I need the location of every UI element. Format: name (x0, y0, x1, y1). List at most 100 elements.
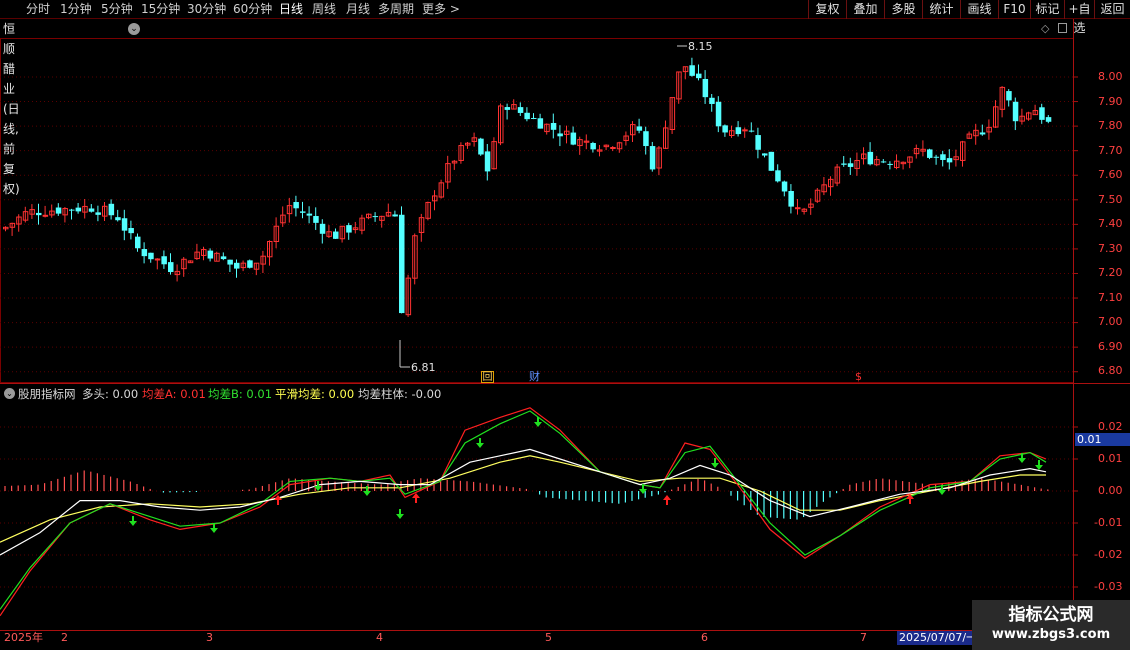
candle-up (742, 129, 748, 132)
date-label: 7 (860, 631, 867, 644)
price-tick: 7.40 (1098, 217, 1123, 230)
ind-tick: -0.01 (1094, 516, 1123, 529)
duotou-line (0, 448, 1047, 556)
candle-down (781, 181, 788, 192)
candle-down (161, 256, 167, 265)
candle-down (36, 212, 42, 216)
candle-down (484, 151, 491, 172)
candle-down (933, 156, 940, 158)
candle-down (220, 256, 227, 260)
buy-arrow-head (711, 463, 719, 468)
price-frame (0, 38, 1074, 383)
candle-down (319, 223, 326, 234)
candle-down (227, 259, 233, 265)
price-tick: 7.70 (1098, 144, 1123, 157)
candle-up (610, 146, 616, 149)
candle-down (1012, 101, 1019, 122)
indicator-name[interactable]: 股朋指标网 (18, 386, 76, 402)
candle-down (841, 163, 847, 165)
candle-down (168, 262, 174, 273)
candle-down (392, 214, 398, 217)
price-tick: 7.60 (1098, 168, 1123, 181)
candle-down (524, 112, 530, 120)
candle-down (702, 78, 709, 98)
candle-down (696, 73, 702, 79)
candle-down (689, 65, 695, 76)
buy-arrow-head (363, 491, 371, 496)
candle-down (762, 153, 768, 156)
cursor-date-badge: 2025/07/07/一 (897, 631, 980, 645)
candle-down (313, 216, 319, 223)
candle-down (88, 208, 95, 212)
indicator-bars (4, 470, 1049, 520)
indicator-lines (0, 407, 1047, 617)
candle-down (135, 236, 141, 249)
buy-arrow-head (210, 528, 218, 533)
diff-b-line (0, 410, 1047, 610)
smooth-diff-line (0, 455, 1046, 543)
indicator-chevron-icon[interactable]: ⌄ (4, 388, 15, 399)
buy-arrow-head (396, 514, 404, 519)
candle-down (867, 151, 874, 165)
low-label: 6.81 (411, 361, 436, 374)
candle-down (148, 252, 154, 260)
candle-down (557, 133, 563, 137)
candle-down (775, 170, 781, 182)
date-label: 4 (376, 631, 383, 644)
candle-down (847, 163, 854, 167)
candle-down (643, 131, 649, 147)
duotou-value: 多头: 0.00 (82, 387, 139, 401)
smooth-diff-value: 平滑均差: 0.00 (275, 387, 355, 401)
candles (3, 57, 1052, 317)
candle-down (537, 118, 544, 129)
candle-down (1039, 107, 1045, 120)
candle-down (531, 117, 537, 119)
date-label: 6 (701, 631, 708, 644)
candle-down (649, 146, 656, 170)
price-tick: 7.10 (1098, 291, 1123, 304)
candle-down (333, 231, 339, 239)
candle-down (55, 207, 62, 214)
price-tick: 7.30 (1098, 242, 1123, 255)
dividend-marker[interactable]: $ (855, 370, 862, 383)
candle-down (550, 123, 557, 130)
candle-down (979, 132, 986, 135)
candle-down (207, 250, 214, 259)
ind-tick: 0.01 (1098, 452, 1123, 465)
watermark: 指标公式网 www.zbgs3.com (972, 600, 1130, 650)
candle-down (887, 163, 893, 165)
buy-arrow-head (129, 521, 137, 526)
diff-b-value: 均差B: 0.01 (208, 387, 273, 401)
candle-down (247, 260, 253, 268)
candle-down (372, 216, 379, 218)
candle-down (946, 158, 953, 163)
candle-down (590, 142, 596, 150)
candle-down (1006, 91, 1012, 101)
candle-down (306, 213, 313, 216)
price-tick: 7.00 (1098, 315, 1123, 328)
candle-down (636, 126, 643, 131)
current-value-badge: 0.01 (1075, 433, 1130, 446)
candle-down (504, 107, 511, 110)
price-tick: 6.80 (1098, 364, 1123, 377)
diff-a-line (0, 407, 1047, 617)
finance-marker[interactable]: 财 (529, 370, 540, 383)
candle-down (69, 209, 75, 211)
price-tick: 6.90 (1098, 340, 1123, 353)
candle-down (478, 138, 484, 155)
candle-down (709, 97, 715, 104)
candle-down (715, 101, 722, 127)
diff-a-value: 均差A: 0.01 (142, 387, 206, 401)
candle-down (108, 203, 115, 216)
candle-down (128, 228, 134, 234)
review-marker[interactable]: 回 (481, 371, 494, 383)
candle-down (748, 130, 755, 132)
candle-down (300, 211, 306, 213)
date-label: 3 (206, 631, 213, 644)
candle-down (735, 127, 742, 135)
date-label: 2 (61, 631, 68, 644)
candle-down (880, 161, 887, 163)
candle-up (154, 258, 161, 261)
ind-tick: -0.03 (1094, 580, 1123, 593)
kline-chart[interactable]: 8.15 6.81 (0, 0, 1130, 650)
